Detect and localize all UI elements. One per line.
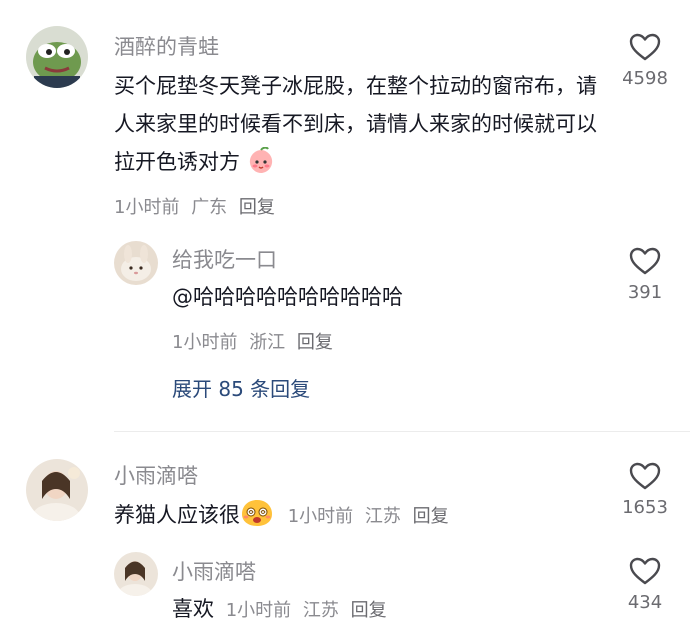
comment-meta: 1小时前 广东 回复 xyxy=(114,193,281,219)
comment-meta: 1小时前 江苏 回复 xyxy=(282,506,455,527)
like-count: 391 xyxy=(627,282,663,303)
comment-location: 江苏 xyxy=(364,506,401,527)
comment-text-body: 买个屁垫冬天凳子冰屁股，在整个拉动的窗帘布，请人来家里的时候看不到床，请情人来家… xyxy=(114,74,597,174)
comment-username[interactable]: 小雨滴嗒 xyxy=(114,462,198,490)
dizzy-face-emoji-icon xyxy=(240,498,274,540)
reply-username[interactable]: 小雨滴嗒 xyxy=(172,558,256,586)
avatar[interactable] xyxy=(114,552,158,596)
comment-time: 1小时前 xyxy=(287,506,354,527)
comment-location: 广东 xyxy=(191,197,228,218)
reply-username[interactable]: 给我吃一口 xyxy=(172,246,277,274)
divider xyxy=(114,431,690,432)
avatar[interactable] xyxy=(114,241,158,285)
reply-location: 浙江 xyxy=(249,332,286,353)
peach-blush-emoji-icon xyxy=(247,146,275,187)
reply-button[interactable]: 回复 xyxy=(351,600,387,621)
comment-line: 养猫人应该很 1小时前 江苏 回复 xyxy=(114,496,594,540)
portrait-avatar-image xyxy=(26,459,88,521)
expand-replies-button[interactable]: 展开 85 条回复 xyxy=(172,373,310,402)
reply-button[interactable]: 回复 xyxy=(297,332,333,353)
frog-avatar-image xyxy=(26,26,88,88)
comment-text: 买个屁垫冬天凳子冰屁股，在整个拉动的窗帘布，请人来家里的时候看不到床，请情人来家… xyxy=(114,67,600,187)
heart-outline-icon xyxy=(629,557,661,585)
reply-button[interactable]: 回复 xyxy=(239,197,275,218)
reply-text: @哈哈哈哈哈哈哈哈哈哈 xyxy=(172,285,403,309)
like-count: 1653 xyxy=(622,497,668,518)
reply-line: 喜欢 1小时前 江苏 回复 xyxy=(172,590,592,630)
reply-text: 喜欢 xyxy=(172,597,214,621)
like-count: 434 xyxy=(627,592,663,613)
portrait-avatar-image xyxy=(114,552,158,596)
reply-time: 1小时前 xyxy=(225,600,292,621)
reply-meta: 1小时前 江苏 回复 xyxy=(220,600,393,621)
comment-text-body: 养猫人应该很 xyxy=(114,503,240,527)
heart-outline-icon xyxy=(629,33,661,61)
heart-outline-icon xyxy=(629,247,661,275)
avatar[interactable] xyxy=(26,459,88,521)
reply-location: 江苏 xyxy=(302,600,339,621)
heart-outline-icon xyxy=(629,462,661,490)
rabbit-avatar-image xyxy=(114,241,158,285)
like-button[interactable]: 1653 xyxy=(610,461,680,518)
comment-time: 1小时前 xyxy=(114,197,180,218)
avatar[interactable] xyxy=(26,26,88,88)
reply-meta: 1小时前 浙江 回复 xyxy=(172,328,339,354)
like-count: 4598 xyxy=(622,68,668,89)
comment-username[interactable]: 酒醉的青蛙 xyxy=(114,33,219,61)
reply-time: 1小时前 xyxy=(172,332,238,353)
like-button[interactable]: 391 xyxy=(610,246,680,303)
reply-button[interactable]: 回复 xyxy=(413,506,449,527)
like-button[interactable]: 4598 xyxy=(610,32,680,89)
like-button[interactable]: 434 xyxy=(610,556,680,613)
